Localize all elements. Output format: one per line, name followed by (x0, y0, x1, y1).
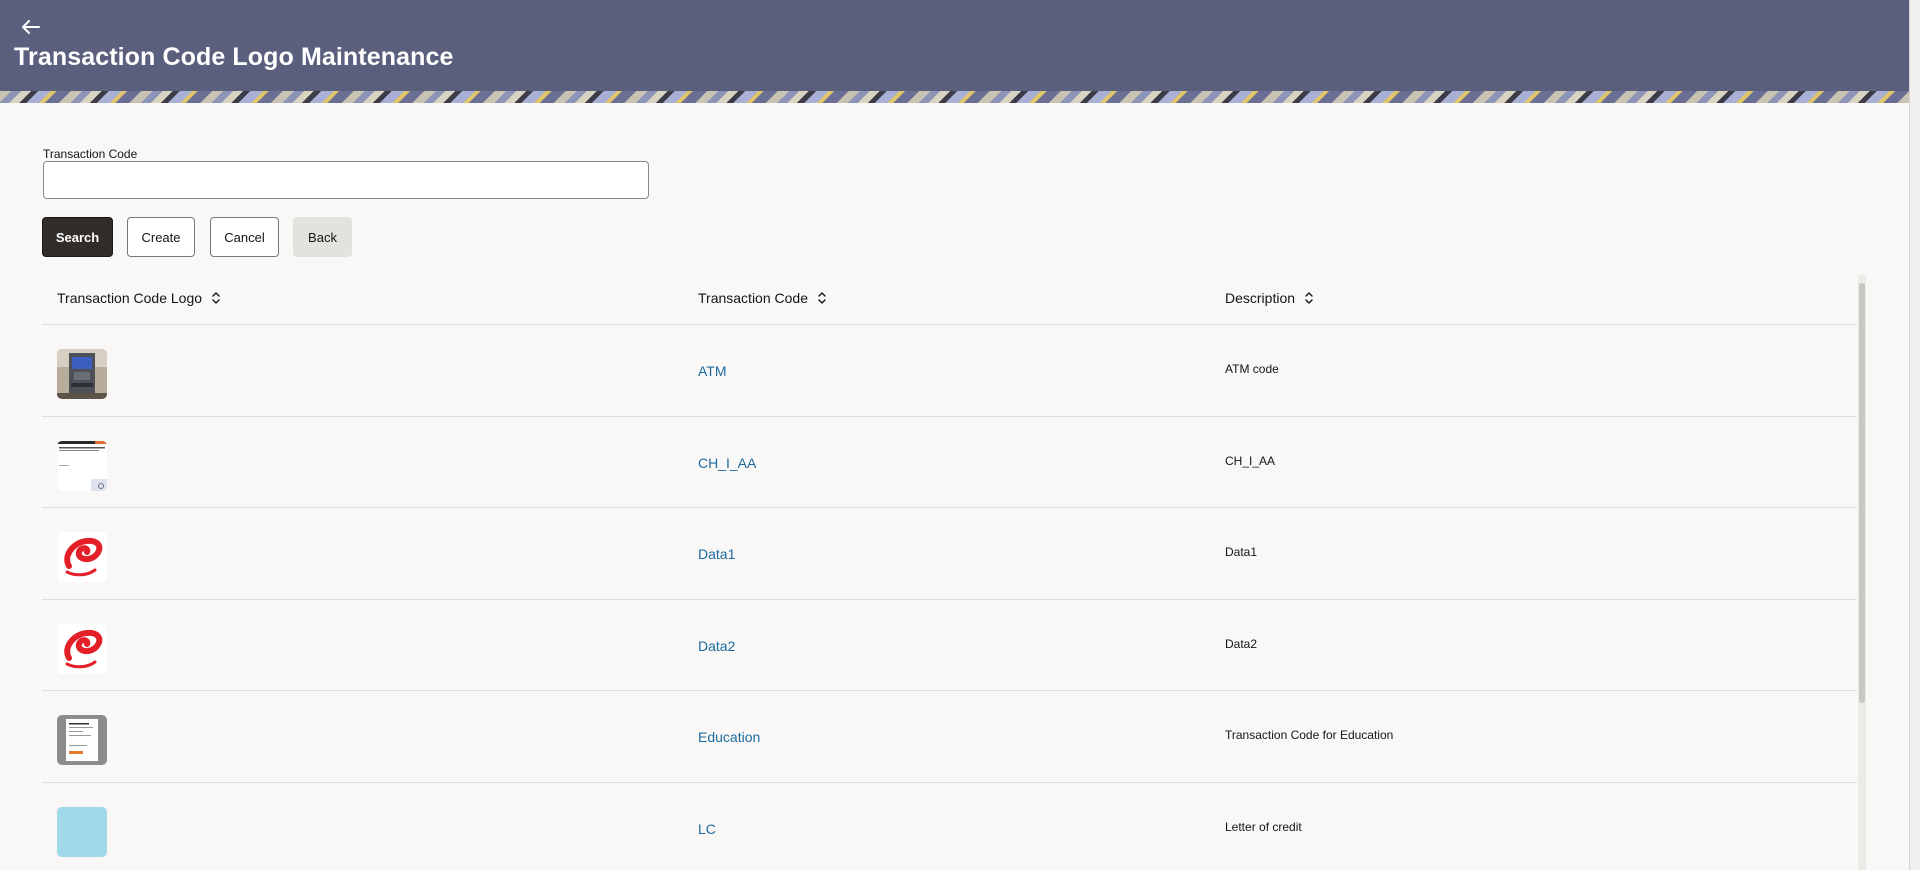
arrow-left-icon[interactable] (18, 14, 44, 40)
column-header-label: Description (1225, 290, 1296, 306)
table-scrollbar[interactable] (1858, 275, 1866, 870)
sort-icon[interactable] (1303, 291, 1315, 305)
table-header: Transaction Code Logo Transaction Code D… (42, 273, 1857, 325)
column-header-label: Transaction Code (698, 290, 808, 306)
red-swirl-logo (57, 532, 107, 582)
sort-icon[interactable] (816, 291, 828, 305)
page-header: Transaction Code Logo Maintenance (0, 0, 1909, 91)
column-header-description[interactable]: Description (1225, 290, 1315, 306)
header-banner (0, 91, 1909, 103)
back-button[interactable]: Back (293, 217, 352, 257)
create-button[interactable]: Create (127, 217, 195, 257)
atm-machine-photo (57, 349, 107, 399)
red-swirl-logo (57, 623, 107, 674)
search-button[interactable]: Search (42, 217, 113, 257)
page-title: Transaction Code Logo Maintenance (14, 43, 454, 71)
column-header-code[interactable]: Transaction Code (698, 290, 828, 306)
table-row: CH_I_AA CH_I_AA (42, 417, 1857, 508)
column-header-label: Transaction Code Logo (57, 290, 203, 306)
table-row: Data1 Data1 (42, 508, 1857, 600)
description-cell: CH_I_AA (1225, 453, 1276, 468)
app-window: Transaction Code Logo Maintenance Transa… (0, 0, 1910, 870)
transaction-code-link[interactable]: Education (698, 729, 760, 745)
transaction-code-link[interactable]: Data2 (698, 638, 735, 654)
sort-icon[interactable] (210, 291, 222, 305)
transaction-code-link[interactable]: CH_I_AA (698, 455, 756, 471)
table-row: Education Transaction Code for Education (42, 691, 1857, 783)
description-cell: Data2 (1225, 636, 1258, 651)
table-row: ATM ATM code (42, 325, 1857, 417)
description-cell: ATM code (1225, 362, 1279, 376)
transaction-code-link[interactable]: Data1 (698, 546, 735, 562)
cancel-button[interactable]: Cancel (210, 217, 279, 257)
transaction-code-table: Transaction Code Logo Transaction Code D… (42, 273, 1857, 870)
transaction-code-label: Transaction Code (43, 147, 138, 161)
table-row: Data2 Data2 (42, 600, 1857, 691)
transaction-code-link[interactable]: ATM (698, 363, 727, 379)
description-cell: Data1 (1225, 545, 1258, 559)
scrollbar-thumb[interactable] (1859, 283, 1865, 703)
document-screenshot-thumbnail (57, 440, 107, 491)
column-header-logo[interactable]: Transaction Code Logo (57, 290, 222, 306)
description-cell: Letter of credit (1225, 819, 1302, 834)
table-row: LC Letter of credit (42, 783, 1857, 870)
description-cell: Transaction Code for Education (1225, 728, 1394, 742)
transaction-code-link[interactable]: LC (698, 821, 716, 837)
form-document-thumbnail (57, 715, 107, 765)
light-blue-square (57, 806, 107, 857)
transaction-code-input[interactable] (43, 161, 649, 199)
